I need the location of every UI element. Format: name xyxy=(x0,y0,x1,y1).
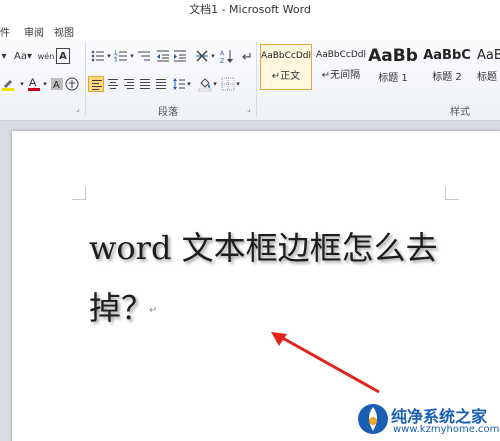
line-spacing-icon xyxy=(173,78,185,90)
justify-button[interactable] xyxy=(137,76,153,92)
ribbon-tabs: 件 审阅 视图 xyxy=(0,20,500,40)
align-left-button[interactable] xyxy=(88,76,104,92)
align-right-button[interactable] xyxy=(121,76,137,92)
style-title[interactable]: AaBbC 标题 xyxy=(477,44,500,90)
ribbon: ▾ Aa▾ wén A ▾ A ▾ A ⌟ ▾ 1 2 3 ▾ ▾ A Z ↵ … xyxy=(0,40,500,121)
crop-mark-top-right xyxy=(445,186,459,200)
line-spacing-button[interactable] xyxy=(172,76,186,92)
style-no-spacing[interactable]: AaBbCcDdl ↵无间隔 xyxy=(314,44,368,90)
borders-icon xyxy=(221,77,235,91)
char-shading-button[interactable]: A xyxy=(50,76,64,92)
svg-text:A: A xyxy=(29,77,37,89)
group-divider xyxy=(256,42,257,116)
font-color-icon: A xyxy=(28,77,40,91)
document-area[interactable]: word 文本框边框怎么去 掉？ ↵ xyxy=(0,121,500,441)
borders-dropdown[interactable]: ▾ xyxy=(235,76,241,92)
chinese-layout-button[interactable] xyxy=(194,48,210,64)
annotation-arrow-icon xyxy=(271,332,380,394)
highlighter-icon xyxy=(2,80,14,91)
chinese-layout-dropdown[interactable]: ▾ xyxy=(210,48,216,64)
phonetic-guide-button[interactable]: wén xyxy=(38,48,55,64)
numbered-list-icon: 1 2 3 xyxy=(114,50,127,63)
document-line-2[interactable]: 掉？ xyxy=(89,283,153,329)
increase-indent-icon xyxy=(174,50,186,62)
watermark: 纯净系统之家 www.kzmyhome.com xyxy=(355,398,500,441)
style-heading-2[interactable]: AaBbC 标题 2 xyxy=(420,44,474,90)
document-page[interactable]: word 文本框边框怎么去 掉？ ↵ xyxy=(12,131,500,441)
paragraph-dialog-launcher-icon[interactable]: ⌟ xyxy=(247,104,251,113)
show-marks-button[interactable]: ↵ xyxy=(240,48,254,64)
svg-text:↵: ↵ xyxy=(242,50,253,63)
tab-file[interactable]: 件 xyxy=(0,24,10,39)
partial-button[interactable]: ▾ xyxy=(0,48,8,64)
align-center-button[interactable] xyxy=(105,76,121,92)
numbering-button[interactable]: 1 2 3 xyxy=(113,48,129,64)
highlight-dropdown[interactable]: ▾ xyxy=(18,76,26,92)
enclose-char-button[interactable] xyxy=(65,76,79,92)
align-left-icon xyxy=(92,80,102,92)
style-heading-1[interactable]: AaBb 标题 1 xyxy=(368,44,418,90)
highlight-color-button[interactable] xyxy=(0,76,16,92)
numbering-dropdown[interactable]: ▾ xyxy=(129,48,135,64)
bullet-list-icon xyxy=(91,50,104,62)
enclose-char-icon xyxy=(65,77,79,91)
character-border-button[interactable]: A xyxy=(56,48,70,64)
decrease-indent-icon xyxy=(157,50,169,62)
bullets-button[interactable] xyxy=(90,48,106,64)
char-shading-icon: A xyxy=(51,78,63,91)
line-spacing-dropdown[interactable]: ▾ xyxy=(186,76,192,92)
group-divider xyxy=(85,42,86,116)
style-name: ↵正文 xyxy=(271,71,301,82)
borders-button[interactable] xyxy=(221,76,235,92)
style-normal[interactable]: AaBbCcDdl ↵正文 xyxy=(260,44,312,90)
watermark-url: www.kzmyhome.com xyxy=(393,424,500,435)
align-center-icon xyxy=(108,79,118,91)
decrease-indent-button[interactable] xyxy=(155,48,171,64)
paint-bucket-icon xyxy=(198,78,212,92)
style-name: 标题 xyxy=(477,72,497,83)
shading-button[interactable] xyxy=(198,76,212,92)
crop-mark-top-left xyxy=(72,186,86,200)
align-right-icon xyxy=(124,79,134,91)
font-color-dropdown[interactable]: ▾ xyxy=(41,76,49,92)
tab-view[interactable]: 视图 xyxy=(54,24,74,39)
style-sample: AaBbC xyxy=(423,48,471,63)
style-name: 标题 1 xyxy=(378,73,408,84)
sort-button[interactable]: AZ xyxy=(220,48,234,64)
distributed-icon xyxy=(156,79,166,91)
styles-group-label: 样式 xyxy=(450,107,470,118)
document-line-1[interactable]: word 文本框边框怎么去 xyxy=(89,223,438,269)
sort-icon: AZ xyxy=(220,50,233,64)
font-size-button[interactable]: Aa▾ xyxy=(12,48,34,64)
style-sample: AaBbCcDdl xyxy=(316,50,366,60)
svg-text:A: A xyxy=(53,80,60,91)
justify-icon xyxy=(140,79,150,91)
svg-text:3: 3 xyxy=(114,58,117,63)
tab-review[interactable]: 审阅 xyxy=(24,24,44,39)
distributed-button[interactable] xyxy=(153,76,169,92)
paragraph-group-label: 段落 xyxy=(158,107,178,118)
multilevel-list-icon xyxy=(138,51,150,61)
svg-text:A: A xyxy=(220,50,225,57)
style-sample: AaBb xyxy=(368,46,418,66)
font-dialog-launcher-icon[interactable]: ⌟ xyxy=(76,104,80,113)
multilevel-list-button[interactable] xyxy=(136,48,152,64)
style-name: 标题 2 xyxy=(432,72,462,83)
styles-gallery: AaBbCcDdl ↵正文 AaBbCcDdl ↵无间隔 AaBb 标题 1 A… xyxy=(259,44,500,96)
watermark-logo-icon xyxy=(358,404,388,434)
paragraph-mark-icon: ↵ xyxy=(149,305,158,316)
increase-indent-button[interactable] xyxy=(172,48,188,64)
chinese-layout-icon xyxy=(196,50,208,62)
style-sample: AaBbC xyxy=(477,48,500,63)
window-title: 文档1 - Microsoft Word xyxy=(189,3,311,16)
font-color-button[interactable]: A xyxy=(27,76,41,92)
style-sample: AaBbCcDdl xyxy=(261,51,311,61)
title-bar: 文档1 - Microsoft Word xyxy=(0,0,500,20)
pilcrow-icon: ↵ xyxy=(242,50,253,63)
svg-text:Z: Z xyxy=(220,58,224,64)
bullets-dropdown[interactable]: ▾ xyxy=(106,48,112,64)
shading-dropdown[interactable]: ▾ xyxy=(212,76,218,92)
style-name: ↵无间隔 xyxy=(321,70,361,81)
